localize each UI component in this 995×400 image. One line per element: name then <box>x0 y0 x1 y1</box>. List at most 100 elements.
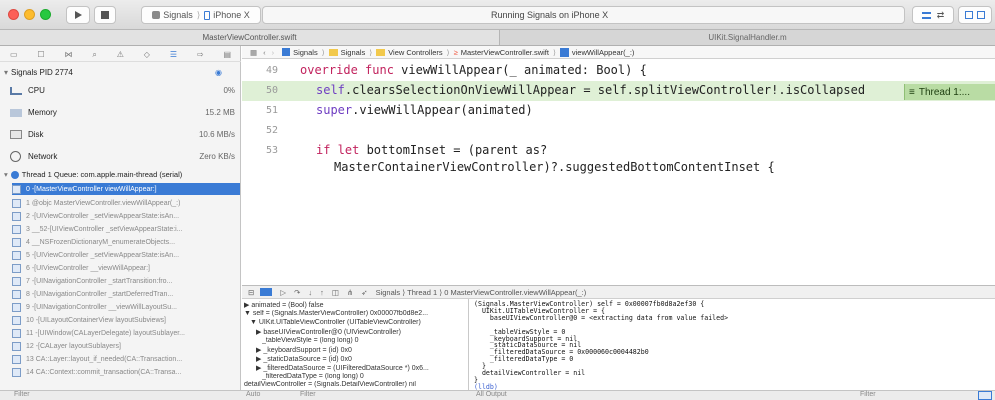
simulate-location-icon[interactable]: ➶ <box>361 288 367 297</box>
thread-stop-badge[interactable]: ≡ Thread 1:... <box>904 84 995 100</box>
debug-breadcrumb[interactable]: Signals ⟩ Thread 1 ⟩ 0 MasterViewControl… <box>376 288 587 297</box>
run-button[interactable] <box>66 6 90 24</box>
frame-icon <box>12 315 21 325</box>
frame-icon <box>12 211 21 221</box>
stack-frame[interactable]: 14 CA::Context::commit_transaction(CA::T… <box>12 366 240 378</box>
variable-row[interactable]: ▶ baseUIViewController@0 (UIViewControll… <box>256 328 401 336</box>
variable-row[interactable]: ▼ UIKit.UITableViewController (UITableVi… <box>250 319 421 326</box>
jump-item[interactable]: View Controllers <box>388 48 442 57</box>
variables-filter-field[interactable]: Filter <box>300 391 316 398</box>
stack-frame-selected[interactable]: 0 -[MasterViewController viewWillAppear:… <box>12 183 240 195</box>
back-icon[interactable]: ‹ <box>263 48 266 57</box>
step-into-icon[interactable]: ↓ <box>308 288 312 297</box>
stack-frame[interactable]: 9 -[UINavigationController __viewWillLay… <box>12 301 240 313</box>
related-items-icon[interactable]: ▦ <box>250 48 257 57</box>
close-window-button[interactable] <box>8 9 19 20</box>
variable-row[interactable]: ▶ _filteredDataSource = (UIFilteredDataS… <box>256 364 429 372</box>
lldb-console[interactable]: (Signals.MasterViewController) self = 0x… <box>470 299 995 391</box>
run-status: Running Signals on iPhone X <box>491 10 609 20</box>
memory-graph-icon[interactable]: ⋔ <box>347 288 353 297</box>
console-output-selector[interactable]: All Output <box>476 391 507 398</box>
breakpoint-navigator-icon[interactable]: ⇨ <box>197 50 204 59</box>
variable-row[interactable]: _tableViewStyle = (long long) 0 <box>262 337 359 344</box>
frame-icon <box>12 341 21 351</box>
variable-row[interactable]: ▶ animated = (Bool) false <box>244 301 324 309</box>
hide-debug-area-icon[interactable]: ⊟ <box>248 288 254 297</box>
stack-frame[interactable]: 1 @objc MasterViewController.viewWillApp… <box>12 197 240 209</box>
source-editor[interactable]: 49 override func viewWillAppear(_ animat… <box>242 59 995 285</box>
process-options-icon[interactable]: ◉ <box>215 68 222 77</box>
debug-navigator-icon[interactable]: ☰ <box>170 50 177 59</box>
editor-mode-control[interactable]: ⇄ <box>912 6 954 24</box>
activity-viewer: Running Signals on iPhone X <box>262 6 905 24</box>
frame-icon <box>12 198 21 208</box>
forward-icon[interactable]: › <box>272 48 275 57</box>
stack-frame[interactable]: 11 -[UIWindow(CALayerDelegate) layoutSub… <box>12 327 240 339</box>
find-navigator-icon[interactable]: ⌕ <box>92 50 96 60</box>
scheme-selector[interactable]: Signals ⟩ iPhone X <box>141 6 261 24</box>
stack-frame[interactable]: 5 -[UIViewController _setViewAppearState… <box>12 249 240 261</box>
zoom-window-button[interactable] <box>40 9 51 20</box>
stack-frame[interactable]: 6 -[UIViewController __viewWillAppear:] <box>12 262 240 274</box>
continue-icon[interactable]: ▷ <box>280 288 286 297</box>
navigator-selector-bar: ▭ ☐ ⋈ ⌕ ⚠ ◇ ☰ ⇨ ▤ <box>0 48 241 62</box>
navigator-filter-field[interactable]: Filter <box>14 391 30 398</box>
thread-row[interactable]: ▾ Thread 1 Queue: com.apple.main-thread … <box>0 168 241 181</box>
frame-icon <box>12 276 21 286</box>
view-debugger-icon[interactable]: ◫ <box>332 288 339 297</box>
console-split-toggle-icon[interactable] <box>978 391 992 400</box>
stack-frame[interactable]: 3 __52-[UIViewController _setViewAppearS… <box>12 223 240 235</box>
step-out-icon[interactable]: ↑ <box>320 288 324 297</box>
console-line: detailViewController = nil <box>474 369 586 377</box>
stop-button[interactable] <box>94 6 116 24</box>
disk-gauge-icon <box>10 130 22 139</box>
stack-frame[interactable]: 13 CA::Layer::layout_if_needed(CA::Trans… <box>12 353 240 365</box>
minimize-window-button[interactable] <box>24 9 35 20</box>
variable-row[interactable]: detailViewController = (Signals.DetailVi… <box>244 381 416 388</box>
line-number: 52 <box>265 125 278 136</box>
frame-icon <box>12 184 21 194</box>
stack-frame[interactable]: 7 -[UINavigationController _startTransit… <box>12 275 240 287</box>
symbol-navigator-icon[interactable]: ⋈ <box>64 50 72 59</box>
stack-frame[interactable]: 4 __NSFrozenDictionaryM_enumerateObjects… <box>12 236 240 248</box>
tab-signal-handler[interactable]: UIKit.SignalHandler.m <box>500 30 995 45</box>
variables-view[interactable]: ▶ animated = (Bool) false ▼ self = (Sign… <box>242 299 469 390</box>
debug-toggle-icon <box>977 11 985 19</box>
variable-row[interactable]: _filteredDataType = (long long) 0 <box>262 373 364 380</box>
play-icon <box>74 11 82 19</box>
stack-frame[interactable]: 10 -[UILayoutContainerView layoutSubview… <box>12 314 240 326</box>
variable-row[interactable]: ▶ _keyboardSupport = (id) 0x0 <box>256 346 352 354</box>
stack-frame[interactable]: 8 -[UINavigationController _startDeferre… <box>12 288 240 300</box>
tab-master-view-controller[interactable]: MasterViewController.swift <box>0 30 500 45</box>
jump-item[interactable]: Signals <box>293 48 318 57</box>
device-name: iPhone X <box>213 10 250 20</box>
gauge-memory[interactable]: Memory 15.2 MB <box>0 104 241 121</box>
jump-item[interactable]: Signals <box>341 48 366 57</box>
breakpoints-toggle-icon[interactable] <box>260 288 273 296</box>
step-over-icon[interactable]: ↷ <box>294 288 300 297</box>
gauge-disk[interactable]: Disk 10.6 MB/s <box>0 126 241 143</box>
console-filter-field[interactable]: Filter <box>860 391 876 398</box>
debug-bar: ⊟ ▷ ↷ ↓ ↑ ◫ ⋔ ➶ Signals ⟩ Thread 1 ⟩ 0 M… <box>242 285 995 299</box>
process-row[interactable]: ▾ Signals PID 2774 ◉ <box>0 65 241 79</box>
standard-editor-icon <box>921 11 931 19</box>
project-navigator-icon[interactable]: ▭ <box>10 50 18 59</box>
gauge-cpu[interactable]: CPU 0% <box>0 82 241 99</box>
source-control-icon[interactable]: ☐ <box>37 50 44 59</box>
stack-frame[interactable]: 2 -[UIViewController _setViewAppearState… <box>12 210 240 222</box>
code-line: override func viewWillAppear(_ animated:… <box>300 63 647 77</box>
panel-visibility-control[interactable] <box>958 6 992 24</box>
test-navigator-icon[interactable]: ◇ <box>144 50 150 59</box>
version-editor-icon: ⇄ <box>936 9 945 20</box>
cpu-gauge-icon <box>10 86 22 95</box>
folder-icon <box>328 48 338 56</box>
jump-item[interactable]: viewWillAppear(_:) <box>572 48 635 57</box>
stack-frame[interactable]: 12 -[CALayer layoutSublayers] <box>12 340 240 352</box>
jump-item[interactable]: MasterViewController.swift <box>461 48 549 57</box>
variables-scope-selector[interactable]: Auto <box>246 391 260 398</box>
report-navigator-icon[interactable]: ▤ <box>223 50 231 59</box>
variable-row[interactable]: ▼ self = (Signals.MasterViewController) … <box>244 310 428 317</box>
gauge-network[interactable]: Network Zero KB/s <box>0 148 241 165</box>
issue-navigator-icon[interactable]: ⚠ <box>117 50 124 59</box>
variable-row[interactable]: ▶ _staticDataSource = (id) 0x0 <box>256 355 352 363</box>
